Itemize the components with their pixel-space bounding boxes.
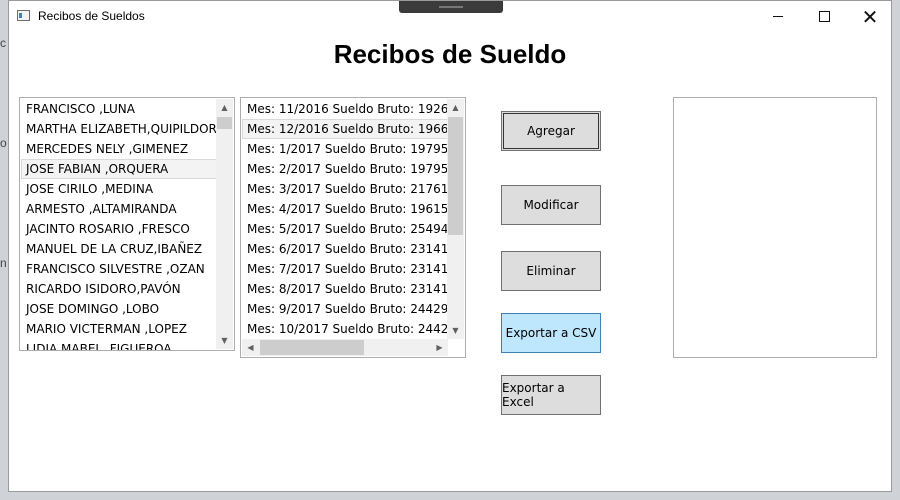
chevron-right-icon[interactable]: ▶ — [431, 339, 448, 356]
chevron-down-icon[interactable]: ▼ — [447, 322, 464, 339]
background-window-fragment: n — [0, 256, 7, 270]
receipts-list[interactable]: Mes: 11/2016 Sueldo Bruto: 19261,51 SMes… — [240, 97, 466, 358]
add-button-label: Agregar — [527, 124, 575, 138]
receipt-list-item[interactable]: Mes: 10/2017 Sueldo Bruto: 24429,9 S — [242, 319, 448, 339]
receipt-list-item[interactable]: Mes: 8/2017 Sueldo Bruto: 23141,44 S — [242, 279, 448, 299]
title-bar[interactable]: Recibos de Sueldos ✕ — [9, 1, 891, 32]
receipts-list-vscrollbar[interactable]: ▲ ▼ — [447, 99, 464, 339]
app-window: Recibos de Sueldos ✕ Recibos de Sueldo F… — [8, 0, 892, 492]
employee-list-item[interactable]: FRANCISCO ,LUNA — [21, 99, 217, 119]
maximize-icon — [818, 11, 830, 22]
employee-list[interactable]: FRANCISCO ,LUNA MARTHA ELIZABETH,QUIPILDO… — [19, 97, 235, 351]
employee-list-item[interactable]: MANUEL DE LA CRUZ,IBAÑEZ — [21, 239, 217, 259]
receipt-list-item[interactable]: Mes: 5/2017 Sueldo Bruto: 25494,93 S — [242, 219, 448, 239]
employee-list-item[interactable]: FRANCISCO SILVESTRE ,OZAN — [21, 259, 217, 279]
employee-list-item[interactable]: ARMESTO ,ALTAMIRANDA — [21, 199, 217, 219]
close-button[interactable]: ✕ — [847, 1, 893, 32]
receipts-list-items: Mes: 11/2016 Sueldo Bruto: 19261,51 SMes… — [242, 99, 448, 339]
background-window-fragment: o — [0, 136, 7, 150]
employee-list-scrollbar[interactable]: ▲ ▼ — [216, 99, 233, 349]
page-title: Recibos de Sueldo — [333, 39, 567, 69]
receipts-list-hscrollbar[interactable]: ◀ ▶ — [242, 339, 448, 356]
chevron-down-icon[interactable]: ▼ — [216, 332, 233, 349]
receipt-list-item[interactable]: Mes: 2/2017 Sueldo Bruto: 19795,72 S — [242, 159, 448, 179]
receipt-list-item[interactable]: Mes: 12/2016 Sueldo Bruto: 19662,01 S — [242, 119, 448, 139]
snap-layout-handle[interactable] — [399, 1, 503, 13]
employee-list-item[interactable]: JOSE FABIAN ,ORQUERA — [21, 159, 217, 179]
window-title: Recibos de Sueldos — [38, 9, 145, 23]
export-excel-button[interactable]: Exportar a Excel — [501, 375, 601, 415]
employee-list-item[interactable]: JOSE CIRILO ,MEDINA — [21, 179, 217, 199]
add-button[interactable]: Agregar — [501, 111, 601, 151]
export-csv-button[interactable]: Exportar a CSV — [501, 313, 601, 353]
employee-list-item[interactable]: JOSE DOMINGO ,LOBO — [21, 299, 217, 319]
employee-list-item[interactable]: LIDIA MABEL ,FIGUEROA — [21, 339, 217, 350]
receipt-list-item[interactable]: Mes: 7/2017 Sueldo Bruto: 23141,44 S — [242, 259, 448, 279]
receipt-list-item[interactable]: Mes: 3/2017 Sueldo Bruto: 21761,79 S — [242, 179, 448, 199]
detail-panel[interactable] — [673, 97, 877, 358]
minimize-icon — [773, 16, 783, 17]
scrollbar-thumb[interactable] — [448, 117, 463, 235]
modify-button-label: Modificar — [523, 198, 579, 212]
receipt-list-item[interactable]: Mes: 6/2017 Sueldo Bruto: 23141,44 S — [242, 239, 448, 259]
chevron-up-icon[interactable]: ▲ — [216, 99, 233, 116]
employee-list-item[interactable]: MARTHA ELIZABETH,QUIPILDOR — [21, 119, 217, 139]
modify-button[interactable]: Modificar — [501, 185, 601, 225]
employee-list-item[interactable]: MERCEDES NELY ,GIMENEZ — [21, 139, 217, 159]
background-window-fragment: c — [0, 36, 6, 50]
employee-list-item[interactable]: RICARDO ISIDORO,PAVÓN — [21, 279, 217, 299]
chevron-up-icon[interactable]: ▲ — [447, 99, 464, 116]
delete-button[interactable]: Eliminar — [501, 251, 601, 291]
maximize-button[interactable] — [801, 1, 847, 32]
employee-list-items: FRANCISCO ,LUNA MARTHA ELIZABETH,QUIPILDO… — [21, 99, 217, 350]
receipt-list-item[interactable]: Mes: 4/2017 Sueldo Bruto: 19615,59 S — [242, 199, 448, 219]
delete-button-label: Eliminar — [526, 264, 576, 278]
export-excel-button-label: Exportar a Excel — [502, 381, 565, 409]
minimize-button[interactable] — [755, 1, 801, 32]
receipt-list-item[interactable]: Mes: 11/2016 Sueldo Bruto: 19261,51 S — [242, 99, 448, 119]
chevron-left-icon[interactable]: ◀ — [242, 339, 259, 356]
receipt-list-item[interactable]: Mes: 9/2017 Sueldo Bruto: 24429,9 Su — [242, 299, 448, 319]
employee-list-item[interactable]: JACINTO ROSARIO ,FRESCO — [21, 219, 217, 239]
scrollbar-thumb[interactable] — [217, 117, 232, 129]
close-icon: ✕ — [861, 4, 879, 29]
app-icon — [17, 10, 30, 21]
scrollbar-thumb[interactable] — [260, 340, 364, 355]
receipt-list-item[interactable]: Mes: 1/2017 Sueldo Bruto: 19795,72 S — [242, 139, 448, 159]
employee-list-item[interactable]: MARIO VICTERMAN ,LOPEZ — [21, 319, 217, 339]
export-csv-button-label: Exportar a CSV — [505, 326, 597, 340]
